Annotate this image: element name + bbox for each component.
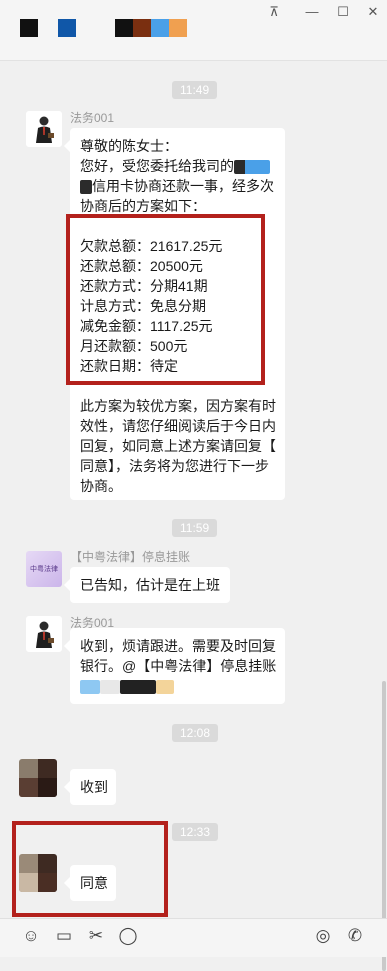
- chat-title-redacted: [151, 19, 169, 37]
- minimize-button[interactable]: —: [303, 4, 321, 20]
- lawyer-avatar-icon: [36, 116, 54, 143]
- redacted-name: [156, 680, 174, 695]
- message-text: 同意】，法务将为您进行下一步: [80, 458, 269, 474]
- timestamp: 12:33: [172, 823, 219, 841]
- redacted-bank-name: [234, 160, 270, 175]
- scissors-icon[interactable]: ✂: [85, 925, 107, 947]
- message-text: 协商后的方案如下：: [80, 198, 206, 214]
- maximize-button[interactable]: ☐: [334, 4, 352, 20]
- message-text: 收到，烦请跟进。需要及时回复: [80, 638, 276, 654]
- message-text: 效性，请您仔细阅读后于今日内: [80, 418, 276, 434]
- emoji-icon[interactable]: ☺: [20, 925, 42, 947]
- message-text: 尊敬的陈女士：: [80, 138, 178, 154]
- avatar[interactable]: 中粤法律: [26, 551, 62, 587]
- sender-name: 【中粤法律】停息挂账: [70, 550, 191, 564]
- avatar[interactable]: [26, 616, 62, 652]
- sender-name: 法务001: [70, 111, 115, 125]
- title-bar: ⊼ — ☐ ✕: [0, 0, 387, 61]
- video-call-icon[interactable]: ✆: [344, 925, 366, 947]
- message-bubble[interactable]: 收到，烦请跟进。需要及时回复 银行。@【中粤法律】停息挂账: [64, 628, 285, 704]
- highlight-box-agree: [12, 821, 168, 917]
- lawyer-avatar-icon: [36, 621, 54, 648]
- message-text: 回复，如同意上述方案请回复【: [80, 438, 276, 454]
- message-list[interactable]: 11:49 法务001 尊敬的陈女士： 您好，受您委托给我司的 信用卡协商还款一…: [0, 61, 387, 971]
- avatar-pixel: [19, 778, 38, 797]
- message-bubble[interactable]: 已告知，估计是在上班: [64, 567, 230, 603]
- live-icon[interactable]: ◎: [312, 925, 334, 947]
- message-text: 信用卡协商还款一事，经多次: [80, 176, 275, 196]
- chat-history-icon[interactable]: ◯: [117, 925, 139, 947]
- chat-title-redacted: [20, 19, 38, 37]
- chat-title-redacted: [115, 19, 133, 37]
- message-text: 银行。@【中粤法律】停息挂账: [80, 658, 277, 674]
- redacted-bank-name: [80, 180, 92, 195]
- chat-title-redacted: [169, 19, 187, 37]
- timestamp: 11:49: [172, 81, 218, 99]
- message-text: 协商。: [80, 478, 122, 494]
- pin-icon[interactable]: ⊼: [265, 4, 283, 20]
- avatar[interactable]: [26, 111, 62, 147]
- chat-title-redacted: [58, 19, 76, 37]
- redacted-name: [100, 680, 120, 695]
- message-bubble[interactable]: 收到: [64, 769, 116, 805]
- redacted-name: [80, 680, 100, 695]
- folder-icon[interactable]: ▭: [53, 925, 75, 947]
- chat-title-redacted: [133, 19, 151, 37]
- timestamp: 11:59: [172, 519, 218, 537]
- avatar[interactable]: [19, 759, 57, 797]
- redacted-mention: [80, 676, 275, 696]
- group-avatar-text: 中粤法律: [30, 566, 58, 573]
- message-text: 您好，受您委托给我司的: [80, 156, 275, 176]
- message-text: 此方案为较优方案，因方案有时: [80, 398, 276, 414]
- timestamp: 12:08: [172, 724, 219, 742]
- message-text: 收到: [80, 779, 108, 795]
- redacted-name: [120, 680, 156, 695]
- close-button[interactable]: ✕: [364, 4, 382, 20]
- highlight-box-plan: [66, 214, 265, 385]
- message-text: 已告知，估计是在上班: [80, 577, 220, 593]
- input-toolbar: ☺ ▭ ✂ ◯ ◎ ✆: [0, 918, 387, 957]
- avatar-pixel: [38, 778, 57, 797]
